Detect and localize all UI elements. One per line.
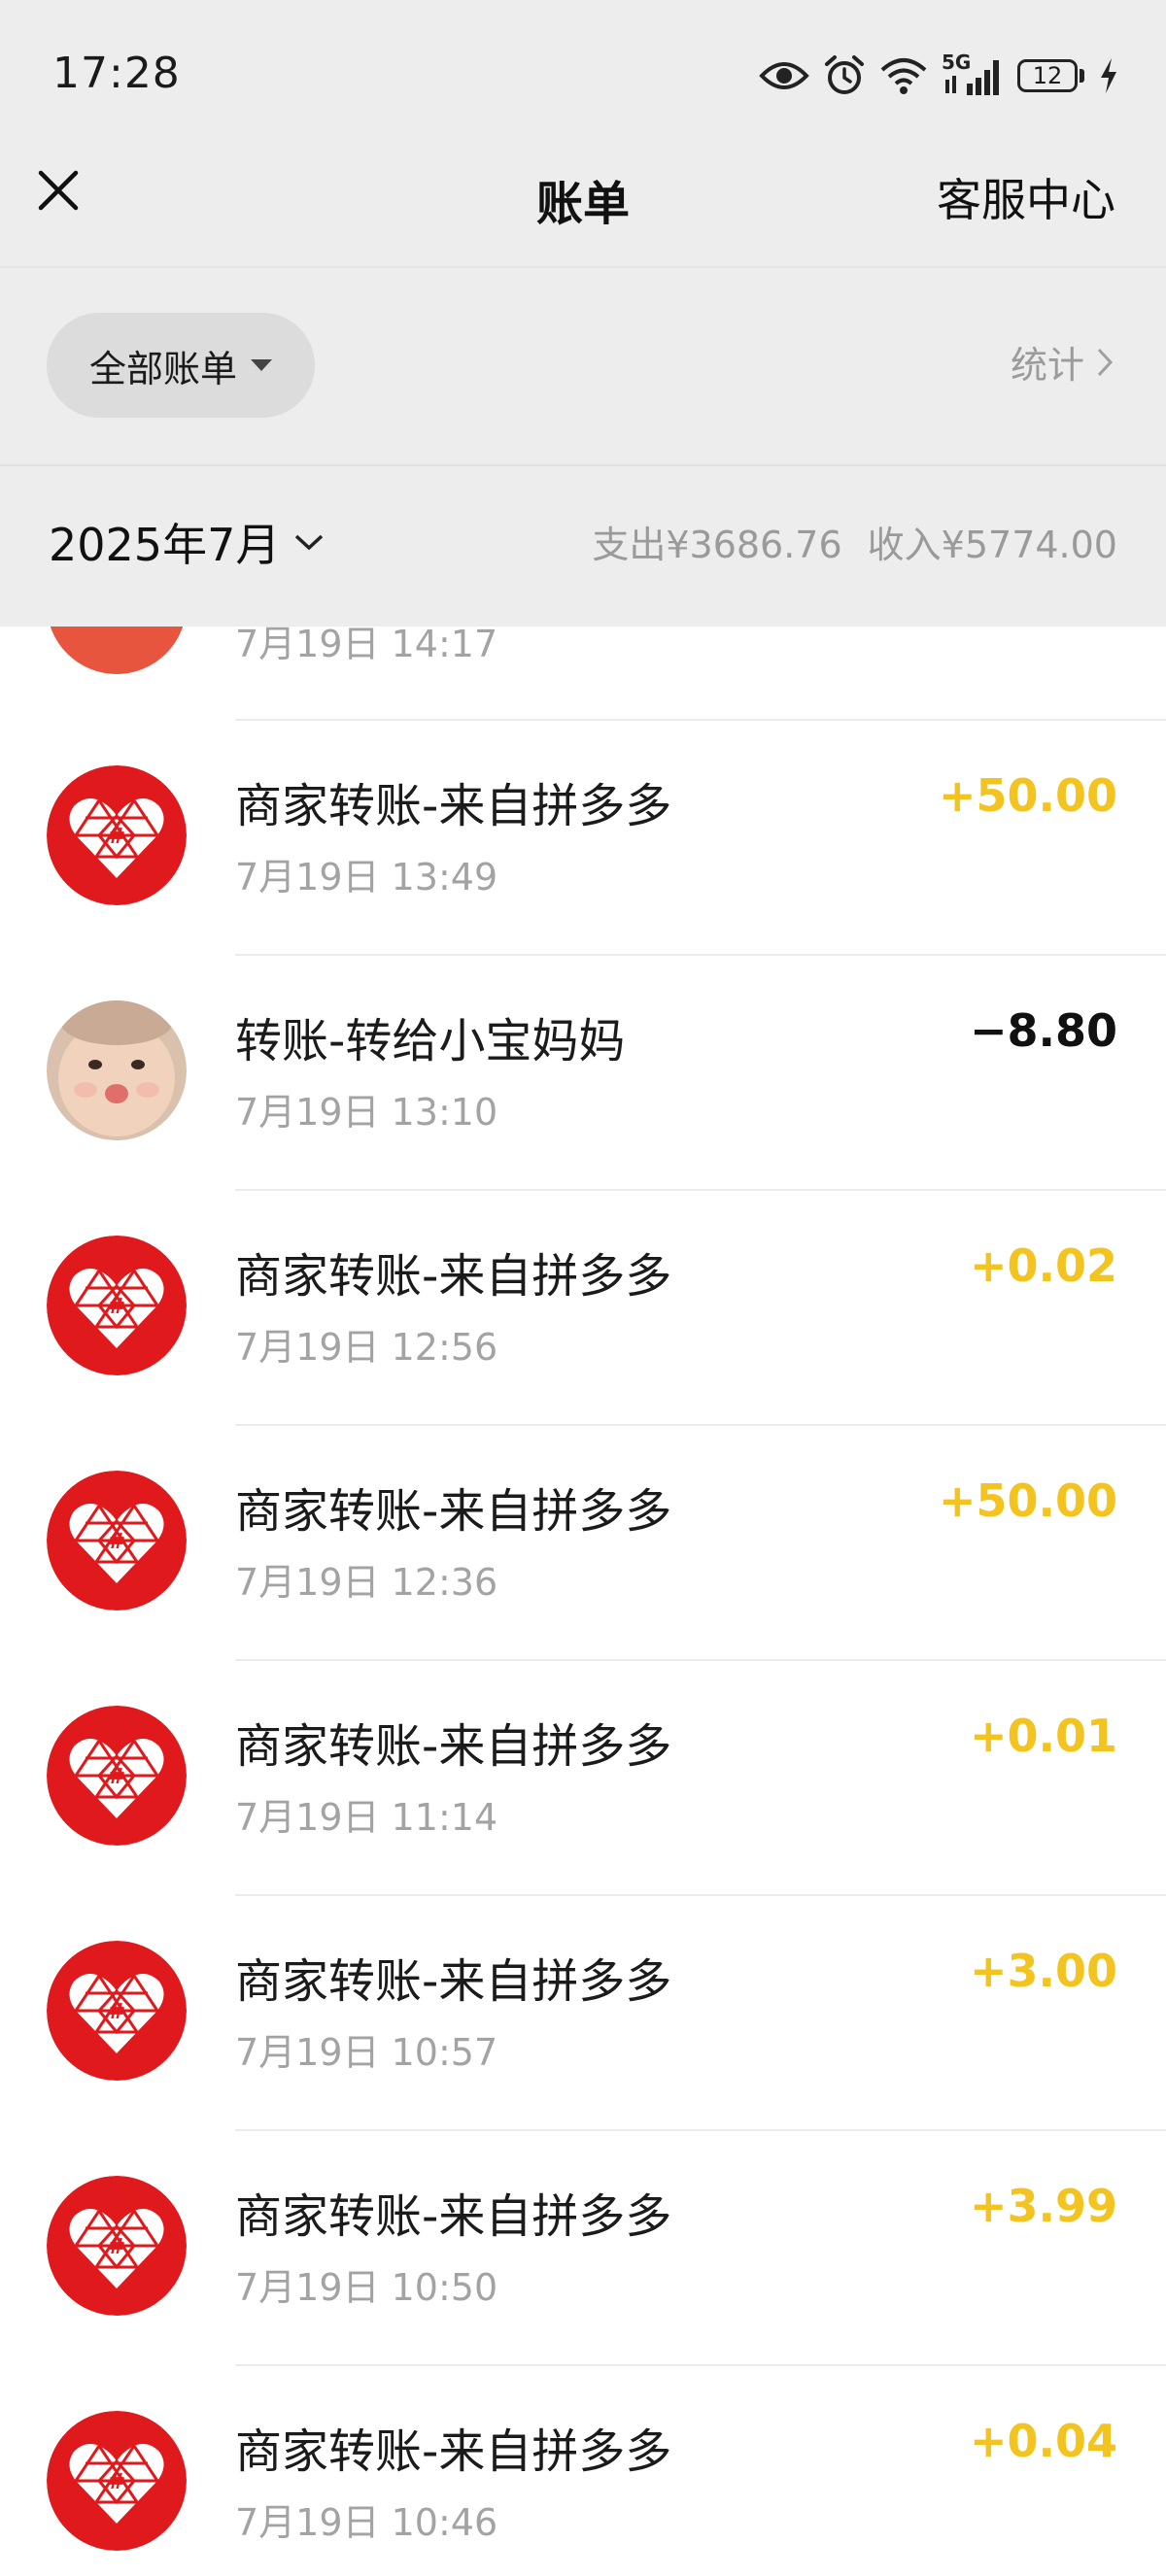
- header-area: 17:28 5G 12 账单 客服中心 全部账单 统计 2025年7月 支出¥3…: [0, 0, 1166, 627]
- month-summary: 支出¥3686.76 收入¥5774.00: [592, 515, 1117, 568]
- list-item[interactable]: # 商家转账-来自拼多多 7月19日 10:57 +3.00: [0, 1894, 1166, 2127]
- expense-total: 支出¥3686.76: [592, 524, 842, 566]
- item-amount: +3.00: [969, 1945, 1117, 1997]
- item-title: 转账-转给小宝妈妈: [235, 1014, 626, 1068]
- item-time: 7月19日 10:46: [235, 2501, 498, 2544]
- divider: [0, 464, 1166, 466]
- divider: [0, 266, 1166, 268]
- statistics-link[interactable]: 统计: [1011, 335, 1114, 389]
- status-time: 17:28: [52, 49, 181, 98]
- item-title: 商家转账-来自拼多多: [235, 1719, 672, 1774]
- svg-text:#: #: [108, 1295, 125, 1319]
- divider: [235, 1424, 1166, 1426]
- divider: [235, 2129, 1166, 2131]
- divider: [235, 1659, 1166, 1661]
- item-amount: +0.02: [969, 1239, 1117, 1292]
- eye-icon: [759, 62, 809, 89]
- status-icons: 5G 12: [759, 49, 1119, 103]
- pinduoduo-logo-icon: #: [47, 2411, 187, 2551]
- bill-filter-dropdown[interactable]: 全部账单: [47, 313, 315, 418]
- item-time: 7月19日 12:36: [235, 1561, 498, 1604]
- item-amount: +0.01: [969, 1710, 1117, 1762]
- svg-text:#: #: [108, 1765, 125, 1789]
- item-time: 7月19日 11:14: [235, 1796, 498, 1839]
- item-time: 7月19日 13:49: [235, 856, 498, 898]
- list-item[interactable]: # 商家转账-来自拼多多 7月19日 12:36 +50.00: [0, 1424, 1166, 1657]
- divider: [235, 1894, 1166, 1896]
- status-bar: 17:28 5G 12: [0, 0, 1166, 146]
- item-title: 商家转账-来自拼多多: [235, 1249, 672, 1304]
- divider: [235, 2364, 1166, 2366]
- item-amount: +0.04: [969, 2415, 1117, 2467]
- caret-down-icon: [251, 359, 272, 371]
- divider: [235, 719, 1166, 721]
- item-time: 7月19日 12:56: [235, 1326, 498, 1369]
- list-item[interactable]: # 商家转账-来自拼多多 7月19日 10:50 +3.99: [0, 2129, 1166, 2362]
- list-item[interactable]: # 商家转账-来自拼多多 7月19日 13:49 +50.00: [0, 719, 1166, 952]
- chevron-down-icon: [295, 534, 324, 551]
- battery-icon: 12: [1017, 59, 1084, 92]
- item-title: 商家转账-来自拼多多: [235, 1954, 672, 2009]
- month-selector[interactable]: 2025年7月: [49, 510, 325, 574]
- item-title: 商家转账-来自拼多多: [235, 1484, 672, 1539]
- pinduoduo-logo-icon: #: [47, 1236, 187, 1375]
- statistics-label: 统计: [1010, 344, 1084, 387]
- divider: [235, 1189, 1166, 1191]
- item-amount: +50.00: [938, 1474, 1117, 1527]
- svg-text:#: #: [108, 1530, 125, 1554]
- item-amount: +50.00: [938, 769, 1117, 822]
- item-time: 7月19日 10:57: [235, 2031, 498, 2074]
- item-time: 7月19日 13:10: [235, 1091, 498, 1134]
- item-title: 商家转账-来自拼多多: [235, 2424, 672, 2479]
- item-amount: −8.80: [969, 1004, 1117, 1057]
- income-total: 收入¥5774.00: [867, 524, 1117, 566]
- wifi-icon: [880, 58, 927, 94]
- divider: [235, 954, 1166, 956]
- month-label: 2025年7月: [49, 519, 281, 571]
- chevron-right-icon: [1097, 348, 1114, 376]
- list-item[interactable]: 转账-转给小宝妈妈 7月19日 13:10 −8.80: [0, 954, 1166, 1187]
- filter-label: 全部账单: [88, 347, 237, 390]
- charging-icon: [1101, 58, 1116, 93]
- pinduoduo-logo-icon: #: [47, 1706, 187, 1846]
- list-item[interactable]: # 商家转账-来自拼多多 7月19日 11:14 +0.01: [0, 1659, 1166, 1892]
- avatar: [47, 1000, 187, 1140]
- pinduoduo-logo-icon: #: [47, 765, 187, 905]
- signal-icon: 5G: [942, 51, 1004, 97]
- list-item[interactable]: # 商家转账-来自拼多多 7月19日 12:56 +0.02: [0, 1189, 1166, 1422]
- svg-text:#: #: [108, 2000, 125, 2024]
- svg-text:#: #: [108, 2235, 125, 2259]
- alarm-icon: [825, 55, 864, 94]
- pinduoduo-logo-icon: #: [47, 1941, 187, 2081]
- item-title: 商家转账-来自拼多多: [235, 2189, 672, 2244]
- pinduoduo-logo-icon: #: [47, 2176, 187, 2316]
- item-time: 7月19日 10:50: [235, 2266, 498, 2309]
- svg-text:#: #: [108, 2470, 125, 2494]
- svg-text:#: #: [108, 825, 125, 849]
- pinduoduo-logo-icon: #: [47, 1471, 187, 1610]
- list-item[interactable]: # 商家转账-来自拼多多 7月19日 10:46 +0.04: [0, 2364, 1166, 2576]
- item-title: 商家转账-来自拼多多: [235, 779, 672, 833]
- item-amount: +3.99: [969, 2180, 1117, 2232]
- battery-level: 12: [1032, 62, 1063, 89]
- customer-service-link[interactable]: 客服中心: [937, 165, 1115, 229]
